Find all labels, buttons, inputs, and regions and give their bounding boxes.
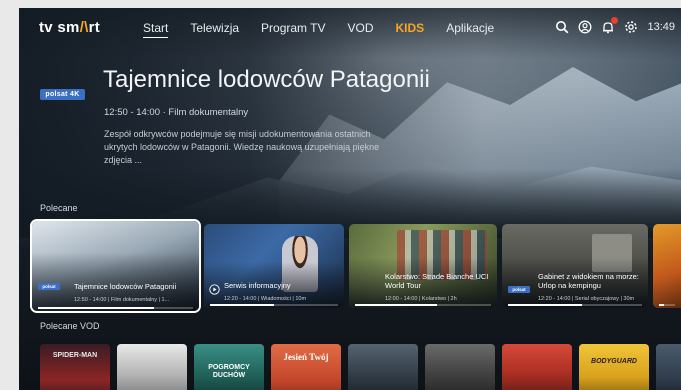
top-navigation: tv sm/\rt Start Telewizja Program TV VOD… [19,8,681,48]
card-title: Gabinet z widokiem na morze: Urlop na ke… [538,272,639,290]
hero-meta: 12:50 - 14:00 · Film dokumentalny [104,107,249,118]
play-icon [209,284,220,295]
vod-poster[interactable] [348,344,418,390]
section-title-recommended: Polecane [40,203,78,213]
vod-poster[interactable] [425,344,495,390]
vod-poster[interactable]: POGROMCY DUCHÓW [194,344,264,390]
nav-item-program-tv[interactable]: Program TV [261,21,325,38]
clock: 13:49 [647,21,675,33]
nav-item-start[interactable]: Start [143,21,169,38]
channel-logo: polsat 4K [40,89,85,100]
card-progress-bar [659,304,675,306]
card-title: Serwis informacyjny [224,281,291,290]
vod-poster[interactable] [502,344,572,390]
poster-title: POGROMCY DUCHÓW [208,364,250,379]
tv-smart-logo[interactable]: tv sm/\rt [39,19,100,36]
vod-poster[interactable] [656,344,681,390]
search-icon[interactable] [555,20,569,34]
card-progress-bar [355,304,491,306]
poster-title: Jesień Twój [283,352,329,362]
notification-icon[interactable] [601,17,619,34]
hero-description: Zespół odkrywców podejmuje się misji udo… [104,129,380,165]
card-progress-bar [210,304,338,306]
profile-icon[interactable] [578,20,592,34]
nav-item-vod[interactable]: VOD [348,21,374,38]
settings-icon[interactable] [624,20,638,34]
card-channel-logo: polsat [38,283,60,290]
vod-poster[interactable]: Jesień Twój [271,344,341,390]
card-subtitle: 12:20 - 14:00 | Serial obyczajowy | 30m [538,296,635,302]
vod-poster[interactable]: BODYGUARD [579,344,649,390]
card-subtitle: 12:00 - 14:00 | Kolarstwo | 2h [385,296,457,302]
nav-menu: Start Telewizja Program TV VOD KIDS Apli… [143,21,516,38]
card-progress-bar [508,304,642,306]
vod-poster[interactable]: SPIDER-MAN [40,344,110,390]
section-title-vod: Polecane VOD [40,321,100,331]
tv-screen: tv sm/\rt Start Telewizja Program TV VOD… [19,8,681,390]
tv-app-frame: tv sm/\rt Start Telewizja Program TV VOD… [0,0,681,390]
recommended-card[interactable] [653,224,681,308]
recommended-card[interactable]: polsat Gabinet z widokiem na morze: Urlo… [502,224,648,308]
vod-poster[interactable] [117,344,187,390]
recommended-card[interactable]: Kolarstwo: Strade Bianche UCI World Tour… [349,224,497,308]
hero-title: Tajemnice lodowców Patagonii [103,66,430,93]
recommended-card[interactable]: polsat Tajemnice lodowców Patagonii 12:5… [30,219,201,313]
nav-actions: 13:49 [555,17,675,34]
nav-item-telewizja[interactable]: Telewizja [190,21,239,38]
nav-item-kids[interactable]: KIDS [396,21,425,38]
card-title: Tajemnice lodowców Patagonii [74,282,177,291]
nav-item-aplikacje[interactable]: Aplikacje [446,21,494,38]
card-subtitle: 12:20 - 14:00 | Wiadomości | 10m [224,296,307,302]
card-subtitle: 12:50 - 14:00 | Film dokumentalny | 1... [74,297,170,303]
card-progress-bar [38,307,193,309]
card-title: Kolarstwo: Strade Bianche UCI World Tour [385,272,489,290]
poster-title: BODYGUARD [591,358,637,365]
recommended-card[interactable]: Serwis informacyjny 12:20 - 14:00 | Wiad… [204,224,344,308]
notification-badge [611,17,619,24]
poster-title: SPIDER-MAN [52,352,98,359]
card-channel-logo: polsat [508,286,530,293]
